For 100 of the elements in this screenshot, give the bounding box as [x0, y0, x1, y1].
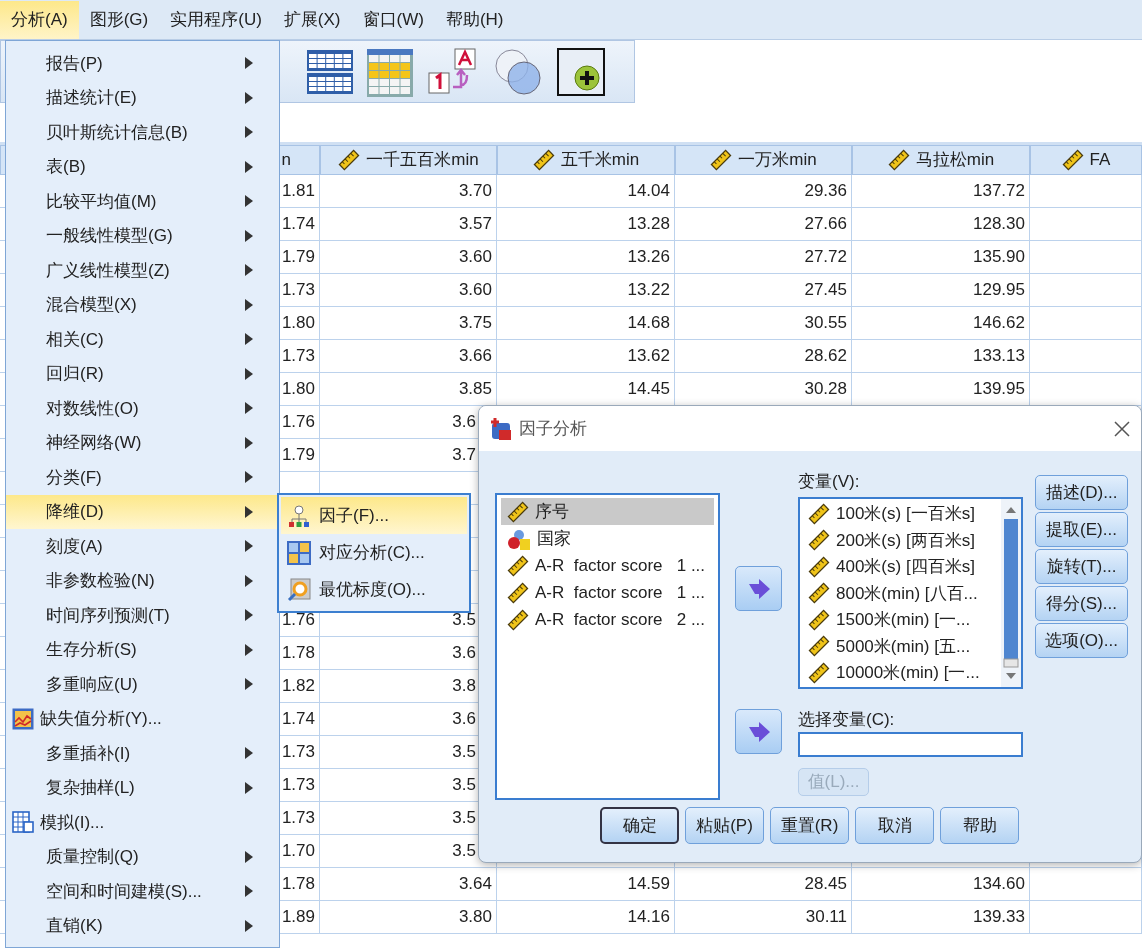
list-item[interactable]: 200米(s) [两百米s]	[802, 527, 999, 554]
list-item[interactable]: A-R factor score 1 ...	[501, 579, 714, 606]
submenu-arrow-icon	[245, 643, 253, 656]
table-cell: 14.16	[497, 901, 675, 934]
table-cell: 3.60	[320, 241, 497, 274]
list-item[interactable]: 100米(s) [一百米s]	[802, 500, 999, 527]
menu-item[interactable]: 多重响应(U)	[6, 667, 279, 702]
submenu-arrow-icon	[245, 195, 253, 208]
menu-item[interactable]: 描述统计(E)	[6, 80, 279, 115]
dialog-button[interactable]: 旋转(T)...	[1035, 549, 1128, 584]
menu-item[interactable]: 非参数检验(N)	[6, 563, 279, 598]
submenu-arrow-icon	[245, 264, 253, 277]
chart-icon	[12, 707, 34, 730]
add-icon[interactable]	[557, 47, 605, 96]
variables-list[interactable]: 100米(s) [一百米s] 200米(s) [两百米s] 400米(s) [四百米s] 800米(min) [八百... 1500米(min) [一... 5000米(min) [五... 10000米(min) [一...	[798, 496, 1023, 689]
list-item[interactable]: 400米(s) [四百米s]	[802, 553, 999, 580]
menu-item[interactable]: 刻度(A)	[6, 529, 279, 564]
column-header[interactable]: 一千五百米min	[320, 145, 497, 175]
table-cell: 3.57	[320, 208, 497, 241]
menu-item[interactable]: 帮助(H)	[434, 0, 515, 39]
list-item[interactable]: 序号	[501, 498, 714, 525]
dialog-button[interactable]: 确定	[600, 807, 679, 844]
menu-item[interactable]: 分析(A)	[0, 0, 79, 39]
dialog-button[interactable]: 描述(D)...	[1035, 475, 1128, 510]
table-cell: 3.66	[320, 340, 497, 373]
dialog-button[interactable]: 选项(O)...	[1035, 623, 1128, 658]
menu-item[interactable]: 窗口(W)	[351, 0, 435, 39]
list-item[interactable]: A-R factor score 1 ...	[501, 552, 714, 579]
submenu-arrow-icon	[245, 126, 253, 139]
list-item[interactable]: A-R factor score 2 ...	[501, 606, 714, 633]
close-icon[interactable]	[1113, 419, 1131, 438]
field-label: 选择变量(C):	[798, 708, 896, 731]
menu-item[interactable]: 缺失值分析(Y)...	[6, 701, 279, 736]
submenu-arrow-icon	[245, 850, 253, 863]
source-variable-list[interactable]: 序号 国家 A-R factor score 1 ... A-R factor score 1 ... A-R factor score 2 ...	[495, 493, 720, 800]
dialog-button[interactable]: 取消	[855, 807, 934, 844]
submenu-arrow-icon	[245, 885, 253, 898]
submenu-arrow-icon	[245, 229, 253, 242]
column-header[interactable]: 一万米min	[675, 145, 852, 175]
table-cell: 133.13	[852, 340, 1030, 373]
table-cell: 30.11	[675, 901, 852, 934]
table-cell: 3.60	[320, 274, 497, 307]
dialog-button[interactable]: 得分(S)...	[1035, 586, 1128, 621]
column-header[interactable]: FA	[1030, 145, 1142, 175]
list-item[interactable]: 800米(min) [八百...	[802, 580, 999, 607]
table-cell: 129.95	[852, 274, 1030, 307]
menu-item[interactable]: 多重插补(I)	[6, 736, 279, 771]
table-cell: 146.62	[852, 307, 1030, 340]
table-icon[interactable]	[367, 46, 413, 97]
table-cell: 13.62	[497, 340, 675, 373]
table-cell: 13.28	[497, 208, 675, 241]
recode-icon[interactable]	[427, 46, 479, 97]
table-cell: 27.45	[675, 274, 852, 307]
overlapping-circles-icon[interactable]	[493, 46, 543, 97]
submenu-arrow-icon	[245, 678, 253, 691]
menu-item[interactable]: 因子(F)...	[281, 497, 467, 534]
submenu-arrow-icon	[245, 471, 253, 484]
table-cell: 27.72	[675, 241, 852, 274]
list-item[interactable]: 国家	[501, 525, 714, 552]
dialog-button[interactable]: 帮助	[940, 807, 1019, 844]
table-cell: 30.55	[675, 307, 852, 340]
grid-icon	[12, 811, 34, 834]
submenu-arrow-icon	[245, 160, 253, 173]
dialog-button[interactable]: 提取(E)...	[1035, 512, 1128, 547]
selection-variable-field[interactable]	[798, 732, 1023, 757]
menu-item[interactable]: 对应分析(C)...	[281, 534, 467, 571]
submenu-arrow-icon	[245, 57, 253, 70]
submenu-arrow-icon	[245, 919, 253, 932]
menu-item[interactable]: 图形(G)	[78, 0, 160, 39]
submenu-arrow-icon	[245, 367, 253, 380]
scrollbar[interactable]	[1001, 498, 1021, 687]
table-cell: 14.04	[497, 175, 675, 208]
list-item[interactable]: 5000米(min) [五...	[802, 633, 999, 660]
column-label: 一千五百米min	[366, 149, 479, 172]
table-cell: 14.59	[497, 868, 675, 901]
submenu-arrow-icon	[245, 781, 253, 794]
table-cell: 3.80	[320, 901, 497, 934]
dialog-button[interactable]: 粘贴(P)	[685, 807, 764, 844]
move-button[interactable]	[735, 566, 782, 611]
hierarchy-icon	[287, 503, 311, 528]
column-header[interactable]: 马拉松min	[852, 145, 1030, 175]
data-view-icon[interactable]	[307, 47, 353, 96]
menu-item[interactable]: 贝叶斯统计信息(B)	[6, 115, 279, 150]
table-cell: 13.22	[497, 274, 675, 307]
column-label: FA	[1089, 149, 1111, 172]
table-cell: 27.66	[675, 208, 852, 241]
column-header[interactable]: 五千米min	[497, 145, 675, 175]
move-button[interactable]	[735, 709, 782, 754]
menu-item[interactable]: 实用程序(U)	[159, 0, 273, 39]
submenu-arrow-icon	[245, 747, 253, 760]
app-icon	[489, 416, 513, 441]
dialog-button[interactable]: 重置(R)	[770, 807, 849, 844]
magnifier-icon	[287, 577, 311, 602]
menu-item[interactable]: 扩展(X)	[272, 0, 352, 39]
list-item[interactable]: 10000米(min) [一...	[802, 659, 999, 686]
menu-item[interactable]: 降维(D)	[6, 494, 279, 529]
column-label: 一万米min	[738, 149, 817, 172]
right-arrow-icon	[746, 720, 771, 743]
list-item[interactable]: 1500米(min) [一...	[802, 606, 999, 633]
menu-item[interactable]: 复杂抽样(L)	[6, 770, 279, 805]
